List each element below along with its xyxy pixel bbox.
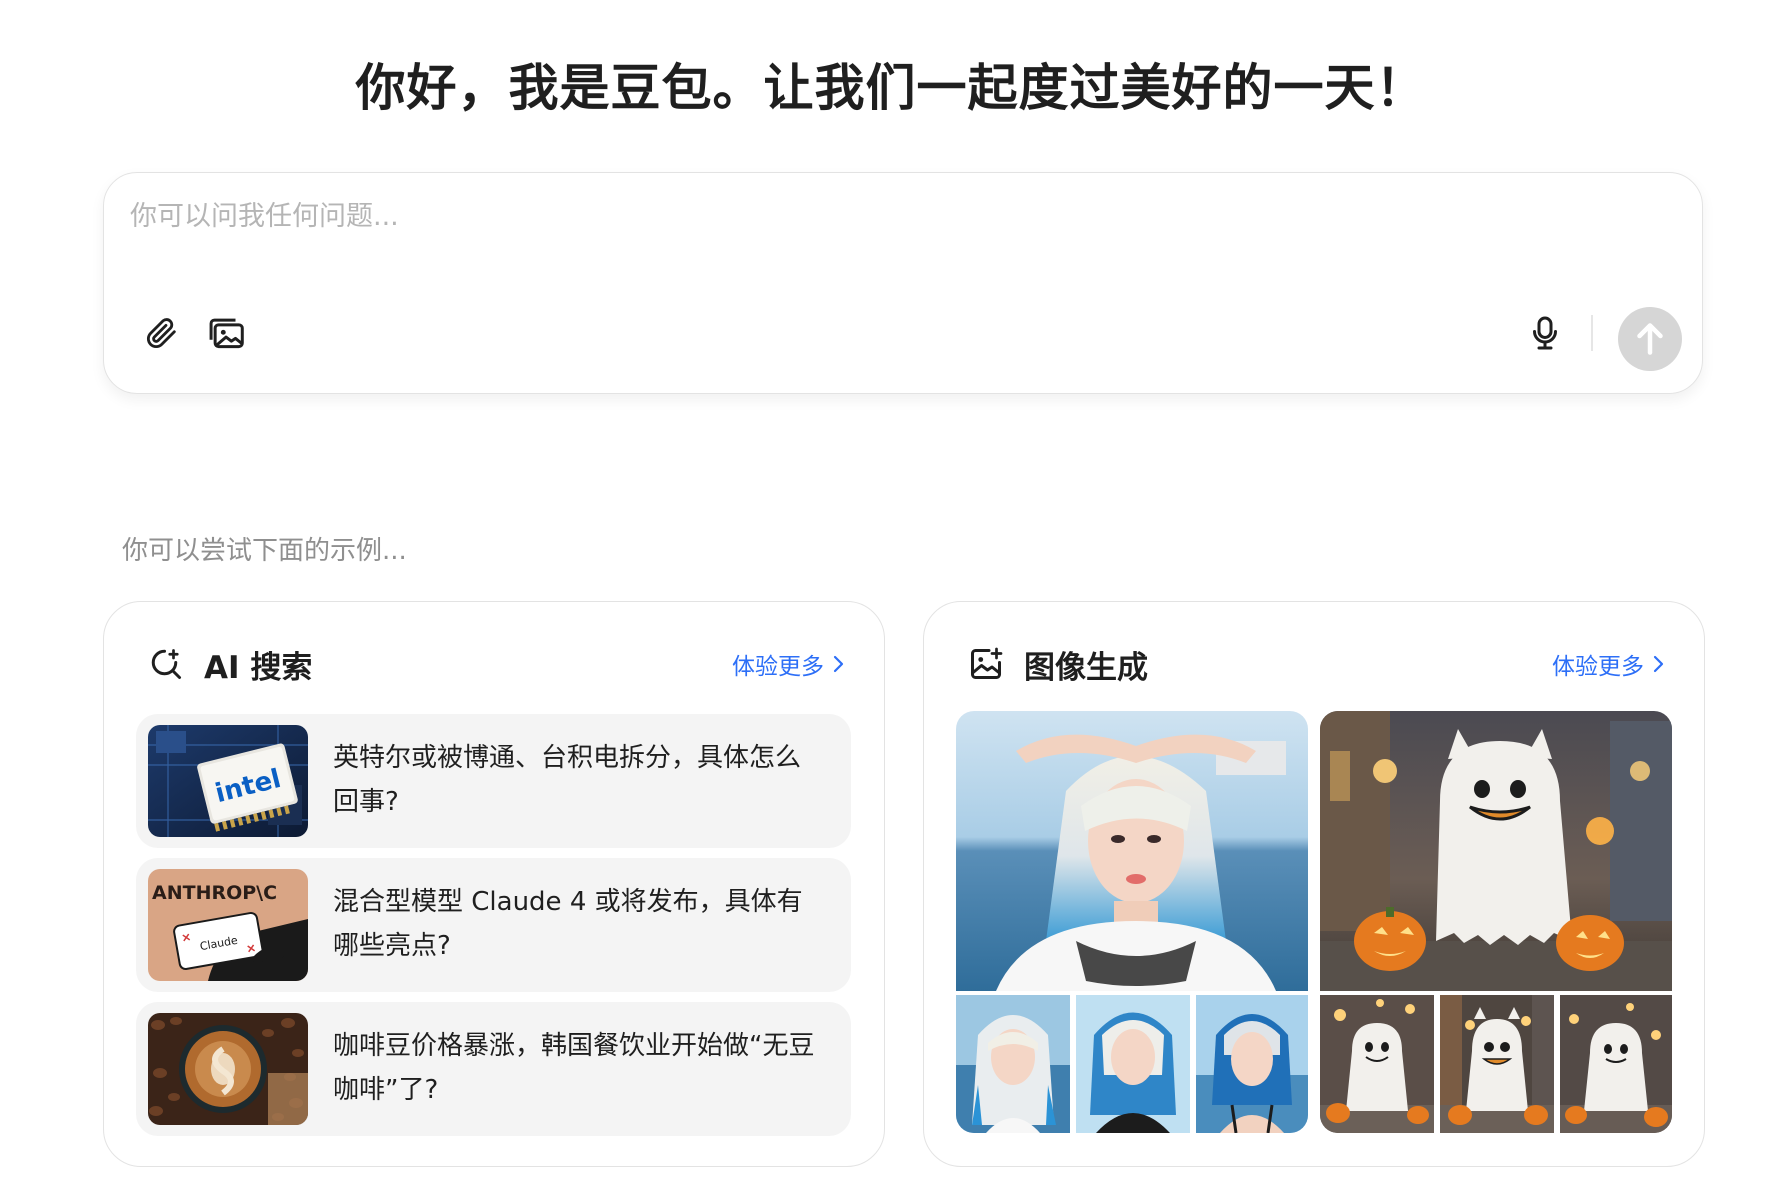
image-upload-button[interactable] [204, 311, 248, 355]
news-thumbnail [148, 1013, 308, 1125]
news-item-text: 咖啡豆价格暴涨，韩国餐饮业开始做“无豆咖啡”了? [333, 1031, 815, 1105]
image-gen-more-link[interactable]: 体验更多 [1552, 647, 1664, 681]
news-item-claude[interactable]: ANTHROP\C Claude 混合型模型 Claude 4 或将发布，具体有… [136, 858, 851, 992]
send-button[interactable] [1618, 307, 1682, 371]
more-label: 体验更多 [1552, 654, 1644, 680]
arrow-up-icon [1637, 323, 1663, 355]
ai-search-icon [151, 649, 181, 679]
voice-input-button[interactable] [1523, 311, 1567, 355]
attach-button[interactable] [139, 311, 183, 355]
anthropic-logo-text: ANTHROP\C [152, 882, 277, 904]
sample-image-portrait[interactable] [956, 711, 1308, 991]
news-item-intel[interactable]: intel 英特尔或被博通、台积电拆分，具体怎么回事? [136, 714, 851, 848]
ai-search-card: AI 搜索 体验更多 intel 英特尔或被博通、台积电拆分，具体怎么回事? A… [103, 601, 885, 1167]
sample-image-portrait-variant[interactable] [1196, 995, 1308, 1133]
image-gen-title: 图像生成 [1024, 650, 1148, 686]
ai-search-more-link[interactable]: 体验更多 [732, 647, 844, 681]
chat-input[interactable] [130, 201, 1630, 232]
more-label: 体验更多 [732, 654, 824, 680]
paperclip-icon [146, 318, 176, 349]
sample-image-ghost-variant[interactable] [1440, 995, 1554, 1133]
page: 你好，我是豆包。让我们一起度过美好的一天！ 你可以问我任何问题... 你可以尝试… [0, 0, 1782, 1194]
news-item-coffee[interactable]: 咖啡豆价格暴涨，韩国餐饮业开始做“无豆咖啡”了? [136, 1002, 851, 1136]
news-item-text: 混合型模型 Claude 4 或将发布，具体有哪些亮点? [333, 887, 803, 961]
image-upload-icon [209, 318, 244, 349]
sample-image-portrait-variant[interactable] [1076, 995, 1190, 1133]
chat-box [103, 172, 1703, 394]
chevron-right-icon [1653, 655, 1664, 673]
examples-hint: 你可以尝试下面的示例... [122, 536, 407, 566]
ai-search-title: AI 搜索 [204, 650, 313, 686]
sample-image-portrait-variant[interactable] [956, 995, 1070, 1133]
news-thumbnail: ANTHROP\C Claude [148, 869, 308, 981]
sample-image-ghost-variant[interactable] [1560, 995, 1672, 1133]
image-gen-grid [956, 711, 1672, 1133]
sample-image-ghost-variant[interactable] [1320, 995, 1434, 1133]
toolbar-divider [1591, 315, 1593, 351]
news-thumbnail: intel [148, 725, 308, 837]
chevron-right-icon [833, 655, 844, 673]
sample-image-ghost[interactable] [1320, 711, 1672, 991]
image-gen-card: 图像生成 体验更多 [923, 601, 1705, 1167]
image-sparkle-icon [971, 647, 1003, 679]
news-item-text: 英特尔或被博通、台积电拆分，具体怎么回事? [333, 743, 802, 817]
greeting-title: 你好，我是豆包。让我们一起度过美好的一天！ [355, 59, 1427, 117]
microphone-icon [1533, 316, 1557, 350]
